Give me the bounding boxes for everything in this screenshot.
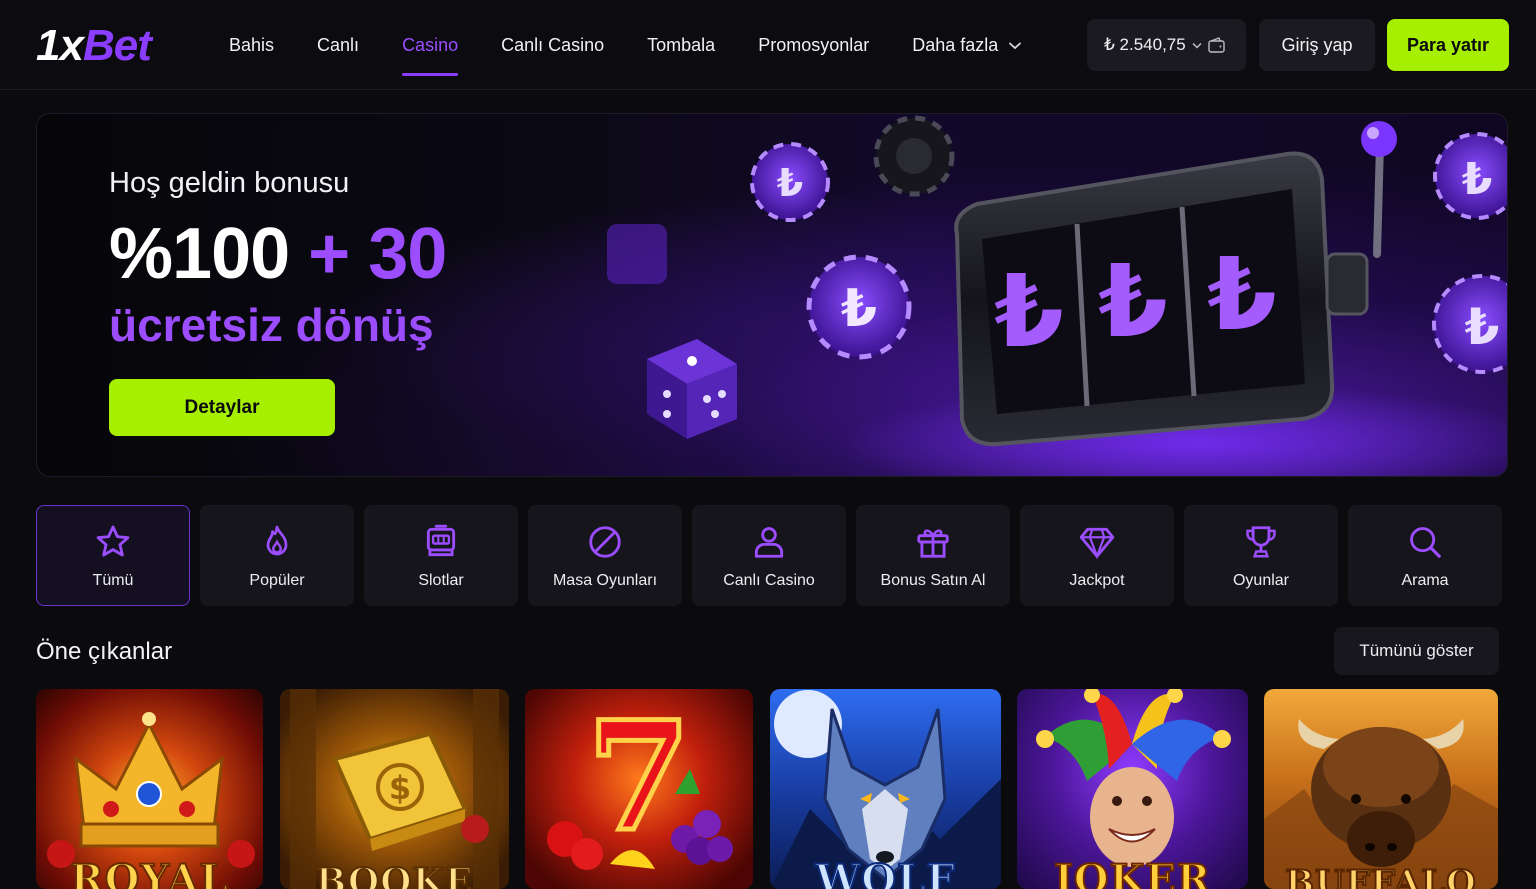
no-sign-icon xyxy=(585,522,625,562)
game-title: BUFFALO xyxy=(1284,862,1477,889)
login-button[interactable]: Giriş yap xyxy=(1259,19,1375,71)
bonus-percent: %100 xyxy=(109,214,290,294)
flame-icon xyxy=(257,522,297,562)
diamond-icon xyxy=(1077,522,1117,562)
category-table-games[interactable]: Masa Oyunları xyxy=(528,505,682,606)
category-jackpot[interactable]: Jackpot xyxy=(1020,505,1174,606)
nav-more-label: Daha fazla xyxy=(912,35,999,55)
star-icon xyxy=(93,522,133,562)
banner-subtitle: Hoş geldin bonusu xyxy=(109,167,350,199)
slot-machine-illustration: ₺ ₺ ₺ ₺ ₺ ₺ ₺ xyxy=(607,115,1507,476)
category-label: Canlı Casino xyxy=(723,571,815,589)
seven-fruits-icon: 7 xyxy=(547,689,733,870)
nav-canli[interactable]: Canlı xyxy=(317,0,359,90)
deposit-button[interactable]: Para yatır xyxy=(1387,19,1509,71)
game-title: JOKER xyxy=(1053,855,1212,889)
featured-title: Öne çıkanlar xyxy=(36,638,173,665)
wallet-icon xyxy=(1208,37,1225,53)
welcome-bonus-banner: ₺ ₺ ₺ ₺ ₺ ₺ ₺ Hoş geldin bonusu %100 + 3… xyxy=(36,113,1508,477)
chevron-down-icon xyxy=(1009,42,1022,50)
brand-logo[interactable]: 1xBet xyxy=(36,21,152,70)
search-icon xyxy=(1405,522,1445,562)
category-label: Arama xyxy=(1401,571,1449,589)
category-bonus-buy[interactable]: Bonus Satın Al xyxy=(856,505,1010,606)
game-card-buffalo[interactable]: BUFFALO xyxy=(1264,689,1498,889)
category-live-casino[interactable]: Canlı Casino xyxy=(692,505,846,606)
blurred-dice-icon xyxy=(607,224,667,284)
logo-1x: 1x xyxy=(36,21,84,70)
category-games[interactable]: Oyunlar xyxy=(1184,505,1338,606)
category-label: Popüler xyxy=(249,571,305,589)
chevron-down-icon xyxy=(1192,42,1202,49)
category-label: Bonus Satın Al xyxy=(880,571,986,589)
category-bar: Tümü Popüler Slotlar Masa Oyunları Canlı… xyxy=(36,505,1502,606)
nav-promosyonlar[interactable]: Promosyonlar xyxy=(758,0,869,90)
svg-text:₺: ₺ xyxy=(1098,243,1168,360)
game-title: ROYAL xyxy=(69,855,229,889)
category-all[interactable]: Tümü xyxy=(36,505,190,606)
category-label: Masa Oyunları xyxy=(552,571,658,589)
svg-text:₺: ₺ xyxy=(1207,236,1277,353)
logo-bet: Bet xyxy=(82,21,152,70)
coin-icon: ₺ xyxy=(1433,132,1507,220)
top-header: 1xBet Bahis Canlı Casino Canlı Casino To… xyxy=(0,0,1536,90)
bonus-plus-spins: + 30 xyxy=(308,214,447,294)
game-title: BOOKE xyxy=(315,860,474,889)
details-button[interactable]: Detaylar xyxy=(109,379,335,436)
nav-tombala[interactable]: Tombala xyxy=(647,0,715,90)
category-label: Oyunlar xyxy=(1232,571,1290,589)
category-label: Jackpot xyxy=(1069,571,1125,589)
game-title: WOLF xyxy=(814,855,956,889)
category-popular[interactable]: Popüler xyxy=(200,505,354,606)
gift-icon xyxy=(913,522,953,562)
main-nav: Bahis Canlı Casino Canlı Casino Tombala … xyxy=(229,0,1064,90)
coin-icon: ₺ xyxy=(806,254,912,360)
category-label: Slotlar xyxy=(418,571,464,589)
trophy-icon xyxy=(1241,522,1281,562)
dice-icon xyxy=(647,339,737,439)
svg-text:₺: ₺ xyxy=(841,279,877,339)
category-search[interactable]: Arama xyxy=(1348,505,1502,606)
dark-chip-icon xyxy=(873,115,955,197)
book-icon: $ xyxy=(290,689,499,889)
game-card-wolf[interactable]: WOLF xyxy=(770,689,1001,889)
svg-text:$: $ xyxy=(389,769,411,807)
game-card-book[interactable]: $ BOOKE xyxy=(280,689,509,889)
balance-amount: ₺ 2.540,75 xyxy=(1104,35,1186,54)
svg-text:₺: ₺ xyxy=(994,253,1064,370)
free-spins-label: ücretsiz dönüş xyxy=(109,299,434,351)
banner-headline: %100 + 30 xyxy=(109,214,447,294)
game-card-joker[interactable]: JOKER xyxy=(1017,689,1248,889)
game-card-royal[interactable]: ROYAL xyxy=(36,689,263,889)
featured-games-row: ROYAL $ BOOKE 7 WOLF JOKER BUFFALO xyxy=(36,689,1498,889)
slot-reel-drum: ₺ ₺ ₺ xyxy=(954,121,1397,447)
show-all-button[interactable]: Tümünü göster xyxy=(1334,627,1499,675)
nav-casino[interactable]: Casino xyxy=(402,0,459,90)
category-slots[interactable]: Slotlar xyxy=(364,505,518,606)
svg-text:₺: ₺ xyxy=(1462,154,1493,205)
balance-dropdown[interactable]: ₺ 2.540,75 xyxy=(1087,19,1246,71)
slot-machine-icon xyxy=(421,522,461,562)
nav-canli-casino[interactable]: Canlı Casino xyxy=(501,0,604,90)
coin-icon: ₺ xyxy=(1432,274,1507,374)
user-icon xyxy=(749,522,789,562)
category-label: Tümü xyxy=(92,571,134,589)
nav-more[interactable]: Daha fazla xyxy=(912,0,1022,90)
game-card-sevens[interactable]: 7 xyxy=(525,689,753,889)
coin-icon: ₺ xyxy=(750,142,830,222)
svg-text:₺: ₺ xyxy=(777,161,803,205)
svg-text:₺: ₺ xyxy=(1465,298,1500,356)
nav-bahis[interactable]: Bahis xyxy=(229,0,274,90)
buffalo-icon xyxy=(1264,719,1498,889)
